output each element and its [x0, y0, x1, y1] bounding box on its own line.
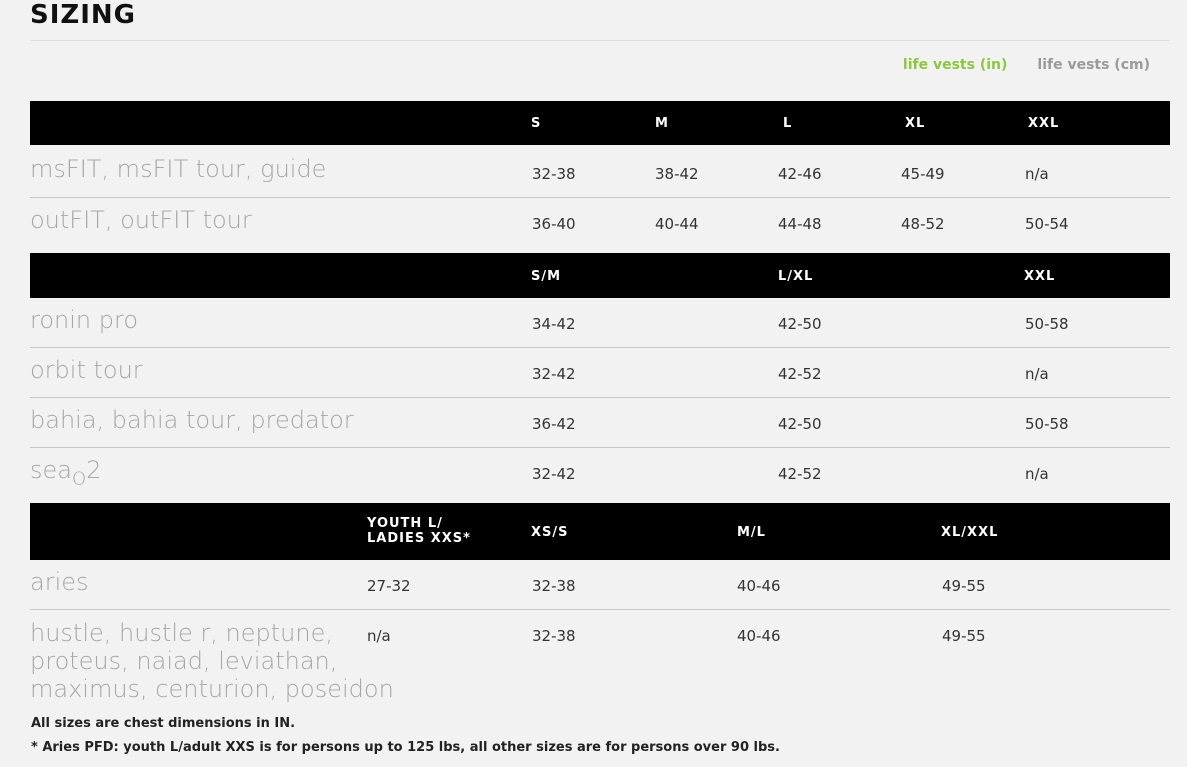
size-value: 42-52 [778, 465, 822, 483]
size-value: 48-52 [901, 215, 945, 233]
size-value: 40-46 [737, 577, 781, 595]
size-value: 50-54 [1025, 215, 1069, 233]
size-value: n/a [1025, 165, 1049, 183]
table-row: seaO2 32-42 42-52 n/a [30, 448, 1170, 503]
header-size-s: S [531, 116, 542, 131]
product-name-subscript: O [71, 468, 87, 490]
size-value: 40-44 [655, 215, 699, 233]
size-value: 49-55 [942, 577, 986, 595]
section-3-header: YOUTH L/ LADIES XXS* XS/S M/L XL/XXL [30, 503, 1170, 560]
unit-tabs: life vests (in) life vests (cm) [903, 57, 1150, 73]
size-value: 32-38 [532, 577, 576, 595]
size-value: n/a [1025, 365, 1049, 383]
tab-life-vests-cm[interactable]: life vests (cm) [1037, 57, 1150, 73]
size-value: 42-46 [778, 165, 822, 183]
product-name-part: 2 [86, 456, 102, 484]
product-name: orbit tour [30, 356, 143, 384]
header-size-m: M [655, 116, 669, 131]
header-size-youth-l: YOUTH L/ LADIES XXS* [367, 516, 471, 546]
tab-life-vests-in[interactable]: life vests (in) [903, 57, 1007, 73]
product-name-part: sea [30, 456, 72, 484]
product-name: hustle, hustle r, neptune, proteus, naia… [30, 619, 394, 703]
title-divider [30, 40, 1170, 41]
product-name: outFIT, outFIT tour [30, 206, 252, 234]
size-value: 49-55 [942, 627, 986, 645]
table-row: bahia, bahia tour, predator 36-42 42-50 … [30, 398, 1170, 448]
size-value: 32-38 [532, 165, 576, 183]
size-value: 34-42 [532, 315, 576, 333]
size-value: 45-49 [901, 165, 945, 183]
size-value: n/a [1025, 465, 1049, 483]
size-value: 38-42 [655, 165, 699, 183]
size-value: n/a [367, 627, 391, 645]
size-value: 50-58 [1025, 415, 1069, 433]
table-row: orbit tour 32-42 42-52 n/a [30, 348, 1170, 398]
size-value: 32-38 [532, 627, 576, 645]
table-row: outFIT, outFIT tour 36-40 40-44 44-48 48… [30, 198, 1170, 252]
size-value: 32-42 [532, 365, 576, 383]
header-size-l-xl: L/XL [778, 269, 814, 284]
header-size-xs-s: XS/S [531, 525, 569, 540]
header-size-s-m: S/M [531, 269, 562, 284]
product-name: bahia, bahia tour, predator [30, 406, 354, 434]
header-size-m-l: M/L [737, 525, 766, 540]
size-value: 40-46 [737, 627, 781, 645]
footnote-units: All sizes are chest dimensions in IN. [31, 716, 296, 731]
header-size-l: L [783, 116, 793, 131]
section-2-header: S/M L/XL XXL [30, 253, 1170, 298]
product-name: aries [30, 568, 89, 596]
table-row: aries 27-32 32-38 40-46 49-55 [30, 560, 1170, 610]
table-row: ronin pro 34-42 42-50 50-58 [30, 298, 1170, 348]
footnote-aries: * Aries PFD: youth L/adult XXS is for pe… [31, 740, 780, 755]
header-size-xl-xxl: XL/XXL [941, 525, 999, 540]
size-value: 50-58 [1025, 315, 1069, 333]
table-row: msFIT, msFIT tour, guide 32-38 38-42 42-… [30, 145, 1170, 198]
size-value: 32-42 [532, 465, 576, 483]
size-value: 27-32 [367, 577, 411, 595]
product-name: msFIT, msFIT tour, guide [30, 155, 327, 183]
table-row: hustle, hustle r, neptune, proteus, naia… [30, 610, 1170, 706]
size-value: 42-52 [778, 365, 822, 383]
product-name: ronin pro [30, 306, 138, 334]
size-value: 36-42 [532, 415, 576, 433]
product-name: seaO2 [30, 456, 101, 493]
header-size-xxl: XXL [1028, 116, 1060, 131]
header-size-xxl: XXL [1024, 269, 1056, 284]
section-1-header: S M L XL XXL [30, 101, 1170, 145]
size-value: 42-50 [778, 415, 822, 433]
header-size-xl: XL [905, 116, 926, 131]
size-value: 36-40 [532, 215, 576, 233]
page-title: SIZING [30, 0, 137, 30]
size-value: 42-50 [778, 315, 822, 333]
size-value: 44-48 [778, 215, 822, 233]
